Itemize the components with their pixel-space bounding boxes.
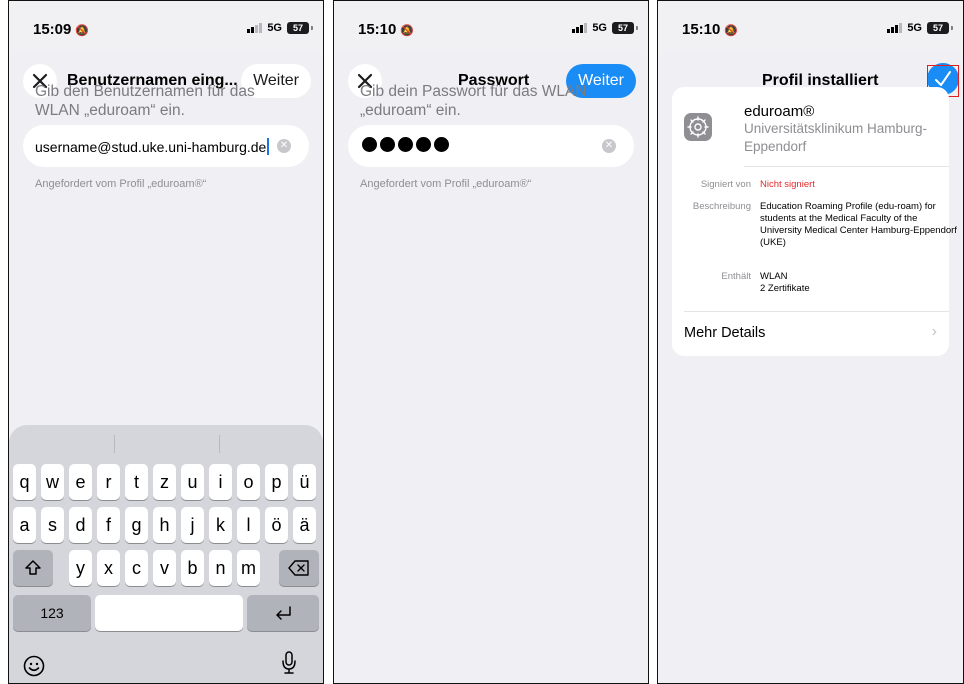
- numbers-key[interactable]: 123: [13, 595, 91, 631]
- password-dot: [398, 137, 413, 152]
- battery-icon: 57: [927, 22, 953, 34]
- suggestion-divider: [114, 435, 115, 453]
- silent-bell-icon: 🔕: [400, 25, 415, 37]
- username-field[interactable]: username@stud.uke.uni-hamburg.de ✕: [23, 125, 309, 167]
- key-u[interactable]: u: [181, 464, 204, 500]
- signal-icon: [572, 23, 588, 33]
- key-ue[interactable]: ü: [293, 464, 316, 500]
- key-k[interactable]: k: [209, 507, 232, 543]
- key-b[interactable]: b: [181, 550, 204, 586]
- network-type: 5G: [267, 22, 282, 34]
- chevron-right-icon: ›: [931, 323, 937, 340]
- password-dot: [434, 137, 449, 152]
- backspace-icon: [288, 560, 309, 576]
- key-c[interactable]: c: [125, 550, 148, 586]
- status-time: 15:09 🔕: [33, 21, 90, 38]
- contains-label: Enthält: [721, 271, 751, 282]
- password-dots: [362, 137, 449, 152]
- battery-icon: 57: [612, 22, 638, 34]
- return-key[interactable]: [247, 595, 319, 631]
- status-time: 15:10 🔕: [358, 21, 415, 38]
- key-oe[interactable]: ö: [265, 507, 288, 543]
- key-v[interactable]: v: [153, 550, 176, 586]
- password-dot: [380, 137, 395, 152]
- profile-organization: Universitätsklinikum Hamburg-Eppendorf: [744, 121, 928, 154]
- key-i[interactable]: i: [209, 464, 232, 500]
- space-key[interactable]: [95, 595, 243, 631]
- shift-key[interactable]: [13, 550, 53, 586]
- status-bar: 15:09 🔕 5G 57: [9, 1, 323, 45]
- contains-value-wlan: WLAN: [760, 271, 788, 282]
- status-bar: 15:10 🔕 5G 57: [334, 1, 648, 45]
- signed-value: Nicht signiert: [760, 179, 815, 190]
- key-h[interactable]: h: [153, 507, 176, 543]
- microphone-icon[interactable]: [281, 651, 297, 680]
- key-j[interactable]: j: [181, 507, 204, 543]
- signal-icon: [887, 23, 903, 33]
- screen-username: 15:09 🔕 5G 57 Benutzernamen eing... Weite…: [8, 0, 324, 684]
- silent-bell-icon: 🔕: [724, 25, 739, 37]
- key-l[interactable]: l: [237, 507, 260, 543]
- key-q[interactable]: q: [13, 464, 36, 500]
- key-a[interactable]: a: [13, 507, 36, 543]
- keyboard: q w e r t z u i o p ü a s d f g h j k l …: [9, 425, 323, 683]
- status-bar: 15:10 🔕 5G 57: [658, 1, 963, 45]
- sheet: Passwort Weiter Gib dein Passwort für da…: [334, 51, 648, 683]
- key-t[interactable]: t: [125, 464, 148, 500]
- key-w[interactable]: w: [41, 464, 64, 500]
- username-value: username@stud.uke.uni-hamburg.de: [35, 139, 267, 155]
- emoji-icon[interactable]: [23, 655, 45, 683]
- clear-text-icon[interactable]: ✕: [602, 139, 616, 153]
- prompt-text: Gib dein Passwort für das WLAN „eduroam“…: [360, 83, 587, 119]
- text-cursor: [267, 138, 270, 155]
- divider: [684, 311, 949, 312]
- key-g[interactable]: g: [125, 507, 148, 543]
- profile-card: eduroam® Universitätsklinikum Hamburg-Ep…: [672, 87, 957, 356]
- profile-name: eduroam®: [744, 103, 815, 120]
- signed-label: Signiert von: [700, 179, 751, 190]
- password-field[interactable]: ✕: [348, 125, 634, 167]
- network-type: 5G: [592, 22, 607, 34]
- screen-profile-installed: 15:10 🔕 5G 57 Profil installiert eduroam®…: [657, 0, 964, 684]
- password-dot: [416, 137, 431, 152]
- hint-text: Angefordert vom Profil „eduroam®“: [35, 178, 207, 190]
- more-details-label: Mehr Details: [684, 325, 766, 341]
- key-r[interactable]: r: [97, 464, 120, 500]
- status-time: 15:10 🔕: [682, 21, 739, 38]
- prompt-text: Gib den Benutzernamen für das WLAN „edur…: [35, 83, 255, 119]
- divider: [744, 166, 949, 167]
- key-ae[interactable]: ä: [293, 507, 316, 543]
- network-type: 5G: [907, 22, 922, 34]
- hint-text: Angefordert vom Profil „eduroam®“: [360, 178, 532, 190]
- key-n[interactable]: n: [209, 550, 232, 586]
- return-icon: [276, 606, 291, 620]
- contains-value-certificates: 2 Zertifikate: [760, 283, 810, 294]
- key-z[interactable]: z: [153, 464, 176, 500]
- battery-icon: 57: [287, 22, 313, 34]
- password-dot: [362, 137, 377, 152]
- key-p[interactable]: p: [265, 464, 288, 500]
- key-m[interactable]: m: [237, 550, 260, 586]
- description-label: Beschreibung: [692, 201, 751, 212]
- signal-icon: [247, 23, 263, 33]
- key-o[interactable]: o: [237, 464, 260, 500]
- sheet: Profil installiert eduroam® Universitäts…: [658, 51, 963, 683]
- key-x[interactable]: x: [97, 550, 120, 586]
- key-d[interactable]: d: [69, 507, 92, 543]
- key-f[interactable]: f: [97, 507, 120, 543]
- screen-password: 15:10 🔕 5G 57 Passwort Weiter Gib dein Pa…: [333, 0, 649, 684]
- silent-bell-icon: 🔕: [75, 25, 90, 37]
- suggestion-divider: [219, 435, 220, 453]
- key-y[interactable]: y: [69, 550, 92, 586]
- clear-text-icon[interactable]: ✕: [277, 139, 291, 153]
- shift-icon: [25, 560, 41, 575]
- settings-gear-icon: [684, 113, 712, 141]
- key-e[interactable]: e: [69, 464, 92, 500]
- key-s[interactable]: s: [41, 507, 64, 543]
- description-value: Education Roaming Profile (edu-roam) for…: [760, 201, 957, 248]
- backspace-key[interactable]: [279, 550, 319, 586]
